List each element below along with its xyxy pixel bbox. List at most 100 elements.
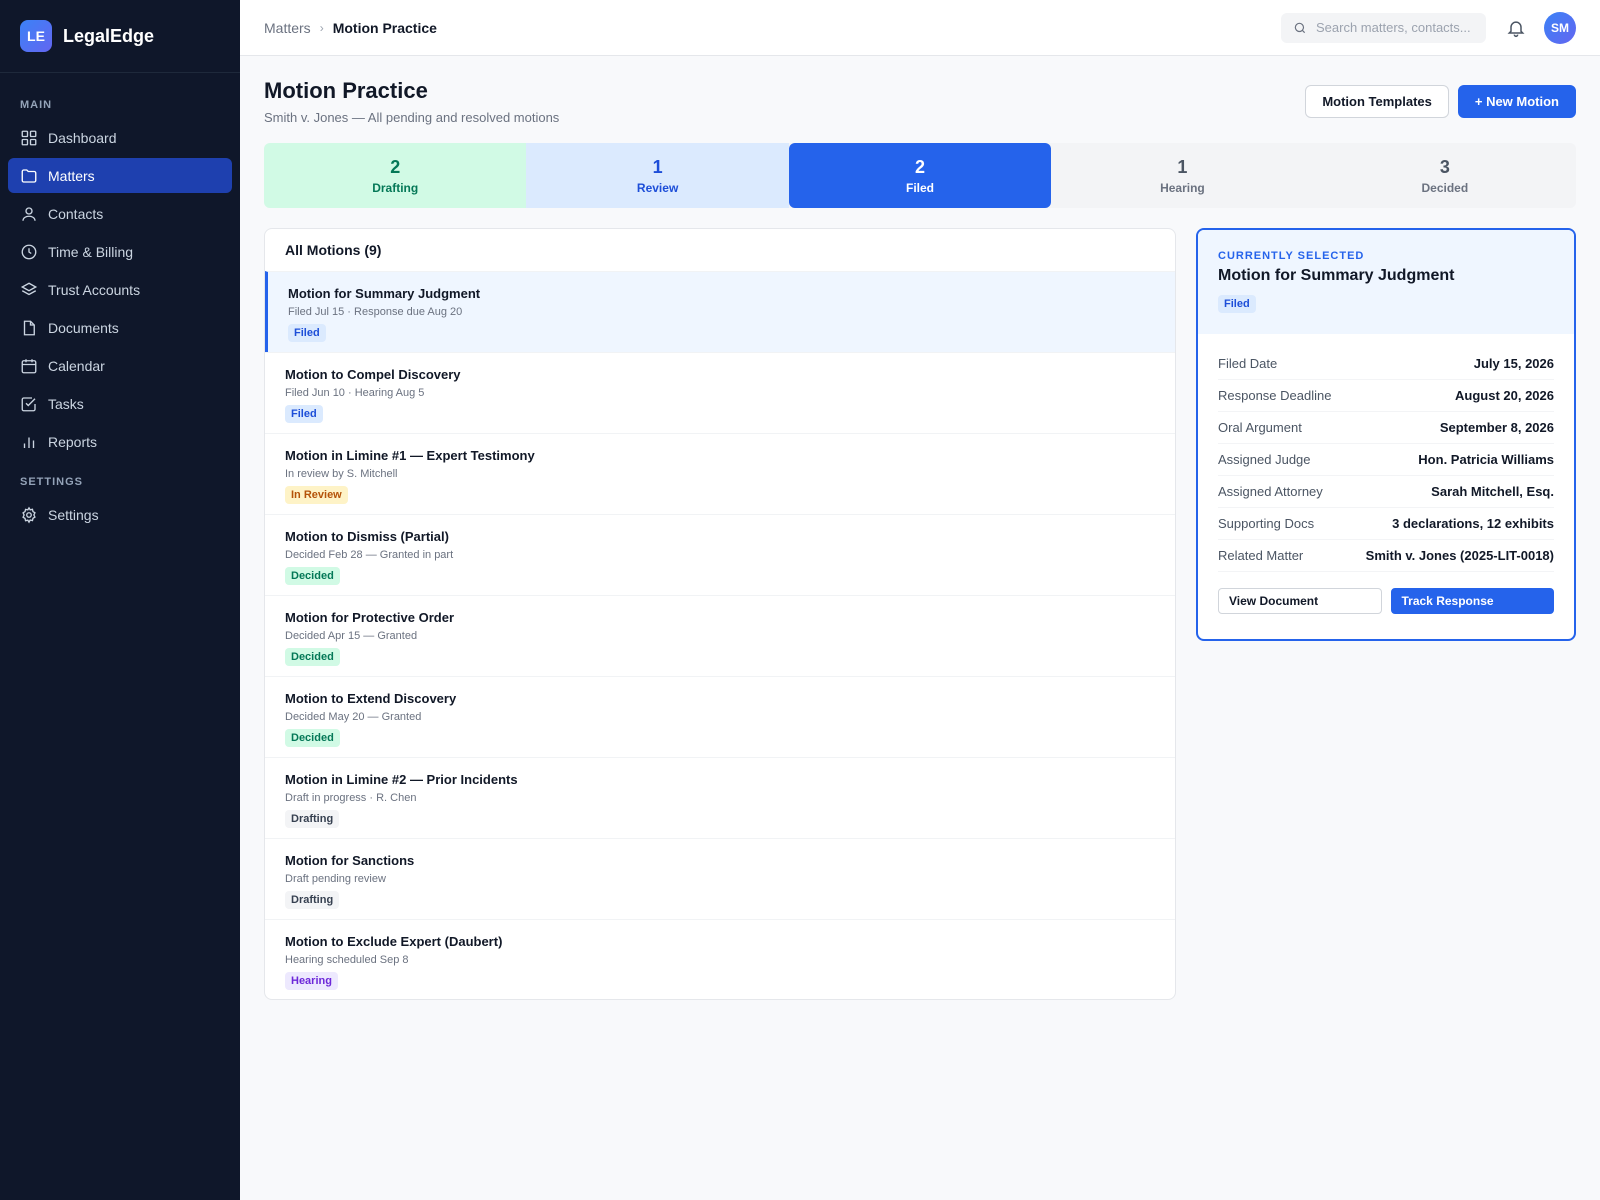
motion-detail: Decided Apr 15 — Granted <box>285 630 418 642</box>
detail-row-assigned-attorney: Assigned Attorney Sarah Mitchell, Esq. <box>1218 476 1554 508</box>
stage-count: 1 <box>1177 156 1188 177</box>
chevron-right-icon: › <box>319 20 324 35</box>
list-item[interactable]: Motion for Protective Order Decided Apr … <box>265 595 1175 676</box>
motion-detail: Decided Feb 28 — Granted in part <box>285 549 454 561</box>
sidebar-item-label: Tasks <box>48 395 84 412</box>
sidebar-item-dashboard[interactable]: Dashboard <box>8 120 232 155</box>
motion-title: Motion to Compel Discovery <box>285 367 461 382</box>
motion-title: Motion to Extend Discovery <box>285 691 457 706</box>
sidebar-item-matters[interactable]: Matters <box>8 158 232 193</box>
list-item[interactable]: Motion in Limine #1 — Expert Testimony I… <box>265 433 1175 514</box>
sidebar-item-tasks[interactable]: Tasks <box>8 386 232 421</box>
status-badge: Drafting <box>285 891 340 909</box>
brand[interactable]: LE LegalEdge <box>0 0 240 73</box>
search-input[interactable]: Search matters, contacts... <box>1281 12 1486 43</box>
stage-label: Hearing <box>1160 180 1205 195</box>
list-item[interactable]: Motion to Extend Discovery Decided May 2… <box>265 676 1175 757</box>
sidebar-item-trust-accounts[interactable]: Trust Accounts <box>8 272 232 307</box>
user-icon <box>22 206 36 221</box>
field-label: Filed Date <box>1218 356 1278 371</box>
detail-row-assigned-judge: Assigned Judge Hon. Patricia Williams <box>1218 444 1554 476</box>
motion-title: Motion to Exclude Expert (Daubert) <box>285 934 503 949</box>
avatar[interactable]: SM <box>1544 11 1576 44</box>
sidebar: LE LegalEdge MAIN Dashboard Matters Cont… <box>0 0 240 1200</box>
stage-label: Drafting <box>372 180 419 195</box>
motion-detail: Filed Jul 15 · Response due Aug 20 <box>288 306 463 318</box>
sidebar-item-reports[interactable]: Reports <box>8 424 232 459</box>
motion-templates-button[interactable]: Motion Templates <box>1305 85 1449 118</box>
stage-label: Review <box>636 180 679 195</box>
detail-title: Motion for Summary Judgment <box>1218 267 1455 284</box>
field-value: 3 declarations, 12 exhibits <box>1392 516 1554 531</box>
page-subtitle: Smith v. Jones — All pending and resolve… <box>264 110 560 125</box>
stage-count: 2 <box>915 156 926 177</box>
document-icon <box>23 320 35 335</box>
detail-row-supporting-docs: Supporting Docs 3 declarations, 12 exhib… <box>1218 508 1554 540</box>
sidebar-item-documents[interactable]: Documents <box>8 310 232 345</box>
detail-row-filed-date: Filed Date July 15, 2026 <box>1218 348 1554 380</box>
detail-row-response-deadline: Response Deadline August 20, 2026 <box>1218 380 1554 412</box>
sidebar-item-label: Trust Accounts <box>48 281 141 298</box>
stage-drafting[interactable]: 2 Drafting <box>264 143 527 208</box>
field-value[interactable]: Smith v. Jones (2025-LIT-0018) <box>1366 548 1554 563</box>
motion-title: Motion for Protective Order <box>285 610 455 625</box>
list-item[interactable]: Motion for Sanctions Draft pending revie… <box>265 838 1175 919</box>
stage-filed[interactable]: 2 Filed <box>788 143 1052 208</box>
field-value: Sarah Mitchell, Esq. <box>1431 484 1554 499</box>
stage-decided[interactable]: 3 Decided <box>1314 143 1576 208</box>
sidebar-item-label: Time & Billing <box>48 243 134 260</box>
sidebar-item-label: Calendar <box>48 357 105 374</box>
track-response-button[interactable]: Track Response <box>1390 588 1554 614</box>
motion-title: Motion in Limine #1 — Expert Testimony <box>285 448 535 463</box>
layers-icon <box>20 281 38 295</box>
stage-filter: 2 Drafting 1 Review 2 Filed 1 Hearing 3 … <box>264 143 1576 208</box>
page-actions: Motion Templates + New Motion <box>1305 85 1576 118</box>
stage-hearing[interactable]: 1 Hearing <box>1051 143 1313 208</box>
field-label: Supporting Docs <box>1218 516 1315 531</box>
stage-review[interactable]: 1 Review <box>526 143 789 208</box>
calendar-icon <box>21 358 37 373</box>
clock-icon <box>21 244 37 259</box>
detail-row-related-matter: Related Matter Smith v. Jones (2025-LIT-… <box>1218 540 1554 572</box>
bar-chart-icon <box>23 437 35 448</box>
gear-icon <box>22 506 36 523</box>
field-label: Response Deadline <box>1218 388 1332 403</box>
breadcrumb-current: Motion Practice <box>332 19 437 36</box>
status-badge: Filed <box>285 405 323 423</box>
sidebar-item-settings[interactable]: Settings <box>8 497 232 532</box>
detail-header: CURRENTLY SELECTED Motion for Summary Ju… <box>1198 230 1574 334</box>
brand-logo: LE <box>20 20 52 52</box>
breadcrumb: Matters › Motion Practice <box>264 20 437 36</box>
list-item[interactable]: Motion for Summary Judgment Filed Jul 15… <box>265 271 1175 352</box>
sidebar-item-contacts[interactable]: Contacts <box>8 196 232 231</box>
page-header: Motion Practice Smith v. Jones — All pen… <box>264 78 559 125</box>
search-icon <box>1294 22 1306 33</box>
list-item[interactable]: Motion to Dismiss (Partial) Decided Feb … <box>265 514 1175 595</box>
stage-label: Filed <box>906 180 935 195</box>
list-item[interactable]: Motion in Limine #2 — Prior Incidents Dr… <box>265 757 1175 838</box>
brand-name: LegalEdge <box>63 25 155 46</box>
list-item[interactable]: Motion to Compel Discovery Filed Jun 10 … <box>265 352 1175 433</box>
sidebar-item-label: Reports <box>48 433 98 450</box>
list-item[interactable]: Motion to Exclude Expert (Daubert) Heari… <box>265 919 1175 999</box>
nav-section-settings: SETTINGS <box>20 476 84 488</box>
sidebar-item-label: Matters <box>48 167 95 184</box>
field-value: July 15, 2026 <box>1473 356 1554 371</box>
field-value: September 8, 2026 <box>1439 420 1554 435</box>
new-motion-button[interactable]: + New Motion <box>1457 85 1576 118</box>
stage-count: 3 <box>1439 156 1450 177</box>
motion-detail: Draft pending review <box>285 873 386 885</box>
motion-title: Motion for Summary Judgment <box>288 286 481 301</box>
status-badge: Drafting <box>285 810 340 828</box>
status-badge: Decided <box>285 567 340 585</box>
sidebar-item-time-billing[interactable]: Time & Billing <box>8 234 232 269</box>
breadcrumb-matters[interactable]: Matters <box>264 20 311 36</box>
view-document-button[interactable]: View Document <box>1218 588 1382 614</box>
motion-title: Motion to Dismiss (Partial) <box>285 529 449 544</box>
stage-count: 2 <box>390 156 401 177</box>
detail-actions: View Document Track Response <box>1198 572 1574 614</box>
sidebar-item-label: Contacts <box>48 205 104 222</box>
motion-detail: Hearing scheduled Sep 8 <box>285 954 409 966</box>
bell-icon[interactable] <box>1506 18 1526 38</box>
sidebar-item-calendar[interactable]: Calendar <box>8 348 232 383</box>
